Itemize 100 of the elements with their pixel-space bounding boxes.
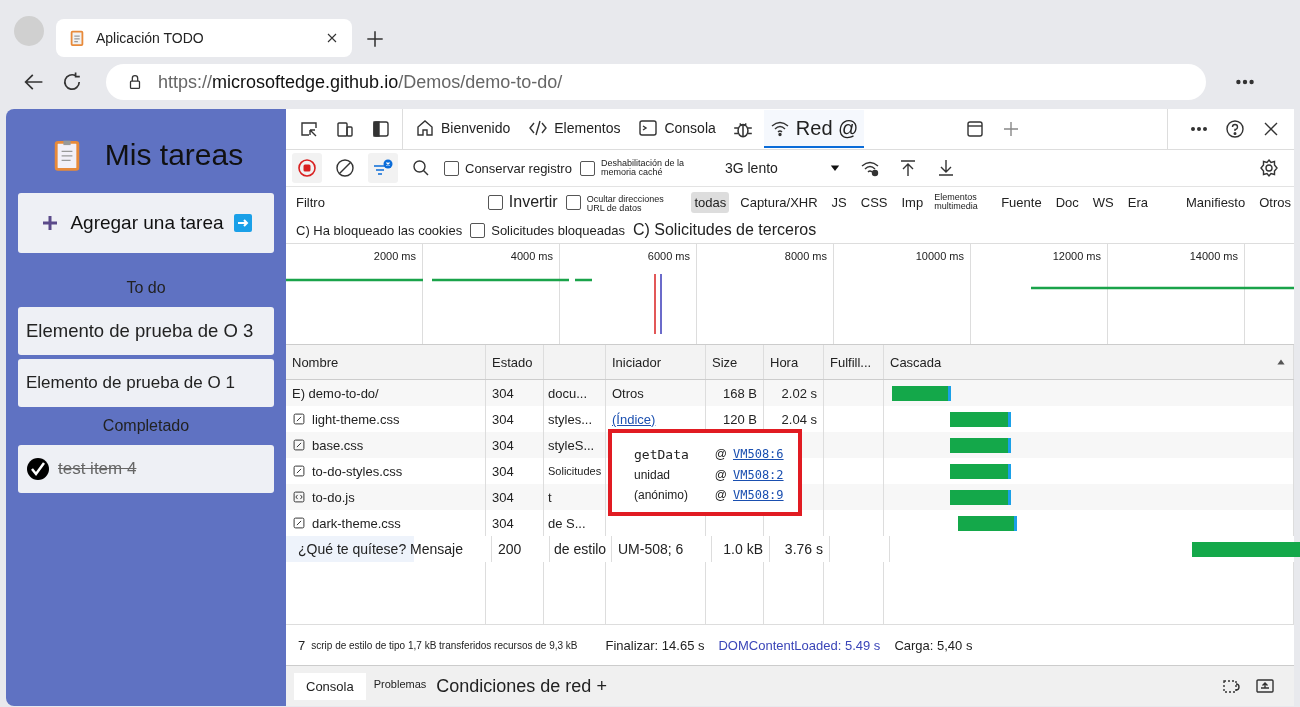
table-cell: t bbox=[548, 489, 552, 505]
clipboard-icon bbox=[68, 29, 86, 47]
devtools-tab[interactable]: Bienvenido bbox=[409, 110, 517, 148]
task-item[interactable]: test item 4 bbox=[18, 445, 274, 493]
tick-label: 8000 ms bbox=[784, 250, 827, 262]
checkbox[interactable] bbox=[565, 194, 581, 210]
table-cell: docu... bbox=[548, 385, 588, 401]
stylesheet-icon bbox=[292, 516, 306, 530]
checkbox[interactable] bbox=[487, 194, 503, 210]
dom-content-loaded-time: DOMContentLoaded: 5.49 s bbox=[718, 637, 881, 653]
table-cell: Otros bbox=[612, 385, 644, 401]
type-filter[interactable]: Elementos multimedia bbox=[934, 193, 991, 211]
type-filter[interactable]: JS bbox=[828, 191, 850, 213]
type-filter[interactable]: Fuente bbox=[998, 191, 1045, 213]
drawer-tab[interactable]: Condiciones de red + bbox=[434, 671, 609, 701]
expand-drawer-icon[interactable] bbox=[1255, 676, 1275, 696]
devtools-tab[interactable]: Red @ bbox=[763, 110, 865, 148]
request-name[interactable]: to-do.js bbox=[312, 489, 355, 505]
record-icon[interactable] bbox=[297, 158, 317, 178]
device-icon[interactable] bbox=[335, 119, 355, 139]
function-name: (anónimo) bbox=[634, 488, 689, 502]
waterfall-bar bbox=[892, 385, 951, 401]
column-header[interactable]: Iniciador bbox=[612, 354, 662, 370]
table-cell: styleS... bbox=[548, 437, 595, 453]
third-party-label: C) Solicitudes de terceros bbox=[632, 221, 817, 239]
settings-icon[interactable] bbox=[1259, 158, 1279, 178]
sidebar-icon[interactable] bbox=[371, 119, 391, 139]
section-heading: To do bbox=[125, 279, 167, 297]
request-name[interactable]: E) demo-to-do/ bbox=[292, 385, 379, 401]
task-item[interactable]: Elemento de prueba de O 3 bbox=[18, 307, 274, 355]
app-title: Mis tareas bbox=[104, 138, 244, 172]
type-filter[interactable]: Era bbox=[1124, 191, 1151, 213]
column-header[interactable]: Fulfill... bbox=[830, 354, 872, 370]
column-header[interactable]: Cascada bbox=[890, 354, 942, 370]
type-filter[interactable]: WS bbox=[1089, 191, 1117, 213]
table-cell: de S... bbox=[548, 515, 586, 531]
type-filter[interactable]: todas bbox=[691, 191, 730, 213]
table-cell: 2.02 s bbox=[781, 385, 817, 401]
checkbox-label: Ocultar direcciones URL de datos bbox=[586, 195, 665, 213]
stylesheet-icon bbox=[292, 412, 306, 426]
request-name[interactable]: light-theme.css bbox=[312, 411, 400, 427]
checkbox[interactable] bbox=[444, 160, 459, 176]
request-name[interactable]: ¿Qué te quítese? Mensaje bbox=[298, 541, 463, 557]
type-filter[interactable]: CSS bbox=[857, 191, 891, 213]
initiator-link[interactable]: (Índice) bbox=[612, 411, 656, 427]
checkbox-label: Solicitudes bloqueadas bbox=[491, 222, 625, 238]
filter-icon[interactable] bbox=[372, 158, 394, 178]
source-link[interactable]: VM508:9 bbox=[733, 488, 784, 502]
type-filter[interactable]: Imp bbox=[898, 191, 927, 213]
table-cell: 168 B bbox=[723, 385, 757, 401]
checkbox-label: Invertir bbox=[508, 193, 558, 211]
terminal-icon bbox=[638, 118, 659, 138]
section-heading: Completado bbox=[101, 417, 191, 435]
tick-label: 6000 ms bbox=[647, 250, 690, 262]
address-bar[interactable]: https://microsoftedge.github.io/Demos/demo-to-do/ bbox=[106, 64, 1206, 100]
type-filter[interactable]: Captura/XHR bbox=[737, 191, 821, 213]
add-task-button[interactable]: Agregar una tarea bbox=[18, 193, 274, 253]
devtools-tab[interactable]: Consola bbox=[632, 110, 722, 148]
type-filter[interactable]: Manifiesto bbox=[1182, 191, 1249, 213]
request-name[interactable]: base.css bbox=[312, 437, 364, 453]
waterfall-bar bbox=[950, 489, 1011, 505]
tick-label: 10000 ms bbox=[915, 250, 964, 262]
tick-label: 4000 ms bbox=[510, 250, 553, 262]
devtools-tab[interactable]: Elementos bbox=[522, 110, 627, 148]
table-cell: 304 bbox=[492, 411, 514, 427]
checkbox[interactable] bbox=[470, 222, 486, 238]
clear-icon[interactable] bbox=[335, 158, 355, 178]
new-tab-icon[interactable] bbox=[364, 28, 386, 50]
table-cell: 120 B bbox=[723, 411, 757, 427]
panel-icon[interactable] bbox=[965, 119, 986, 139]
at-sign: @ bbox=[714, 468, 727, 482]
drawer-tab[interactable]: Consola bbox=[294, 672, 366, 700]
request-name[interactable]: dark-theme.css bbox=[312, 515, 401, 531]
tick-label: 14000 ms bbox=[1189, 250, 1238, 262]
column-header[interactable]: Estado bbox=[492, 354, 533, 370]
finish-time: Finalizar: 14.65 s bbox=[605, 637, 705, 653]
url-text: https://microsoftedge.github.io/Demos/demo-to-do/ bbox=[158, 71, 563, 93]
type-filter[interactable]: Otros bbox=[1256, 191, 1294, 213]
source-link[interactable]: VM508:2 bbox=[733, 468, 784, 482]
help-icon[interactable] bbox=[1225, 119, 1245, 139]
stylesheet-icon bbox=[292, 464, 306, 478]
browser-tab[interactable]: Aplicación TODO bbox=[56, 19, 352, 57]
inspect-icon[interactable] bbox=[299, 119, 319, 139]
function-name: unidad bbox=[634, 468, 672, 482]
source-link[interactable]: VM508:6 bbox=[733, 447, 784, 462]
column-header[interactable]: Nombre bbox=[292, 354, 339, 370]
task-item[interactable]: Elemento de prueba de O 1 bbox=[18, 359, 274, 407]
at-sign: @ bbox=[714, 447, 727, 462]
checked-circle-icon[interactable] bbox=[26, 457, 50, 481]
request-name[interactable]: to-do-styles.css bbox=[312, 463, 403, 479]
table-cell: 1.0 kB bbox=[723, 541, 763, 557]
search-icon[interactable] bbox=[411, 158, 431, 178]
throttling-dropdown[interactable]: 3G lento bbox=[718, 155, 847, 181]
drawer-tab[interactable]: Problemas bbox=[369, 672, 431, 696]
blocked-cookies-label: C) Ha bloqueado las cookies bbox=[296, 222, 463, 238]
type-filter[interactable]: Doc bbox=[1052, 191, 1082, 213]
checkbox[interactable] bbox=[579, 160, 595, 176]
column-header[interactable]: Size bbox=[712, 354, 738, 370]
column-header[interactable]: Hora bbox=[770, 354, 799, 370]
table-cell: 304 bbox=[492, 515, 514, 531]
